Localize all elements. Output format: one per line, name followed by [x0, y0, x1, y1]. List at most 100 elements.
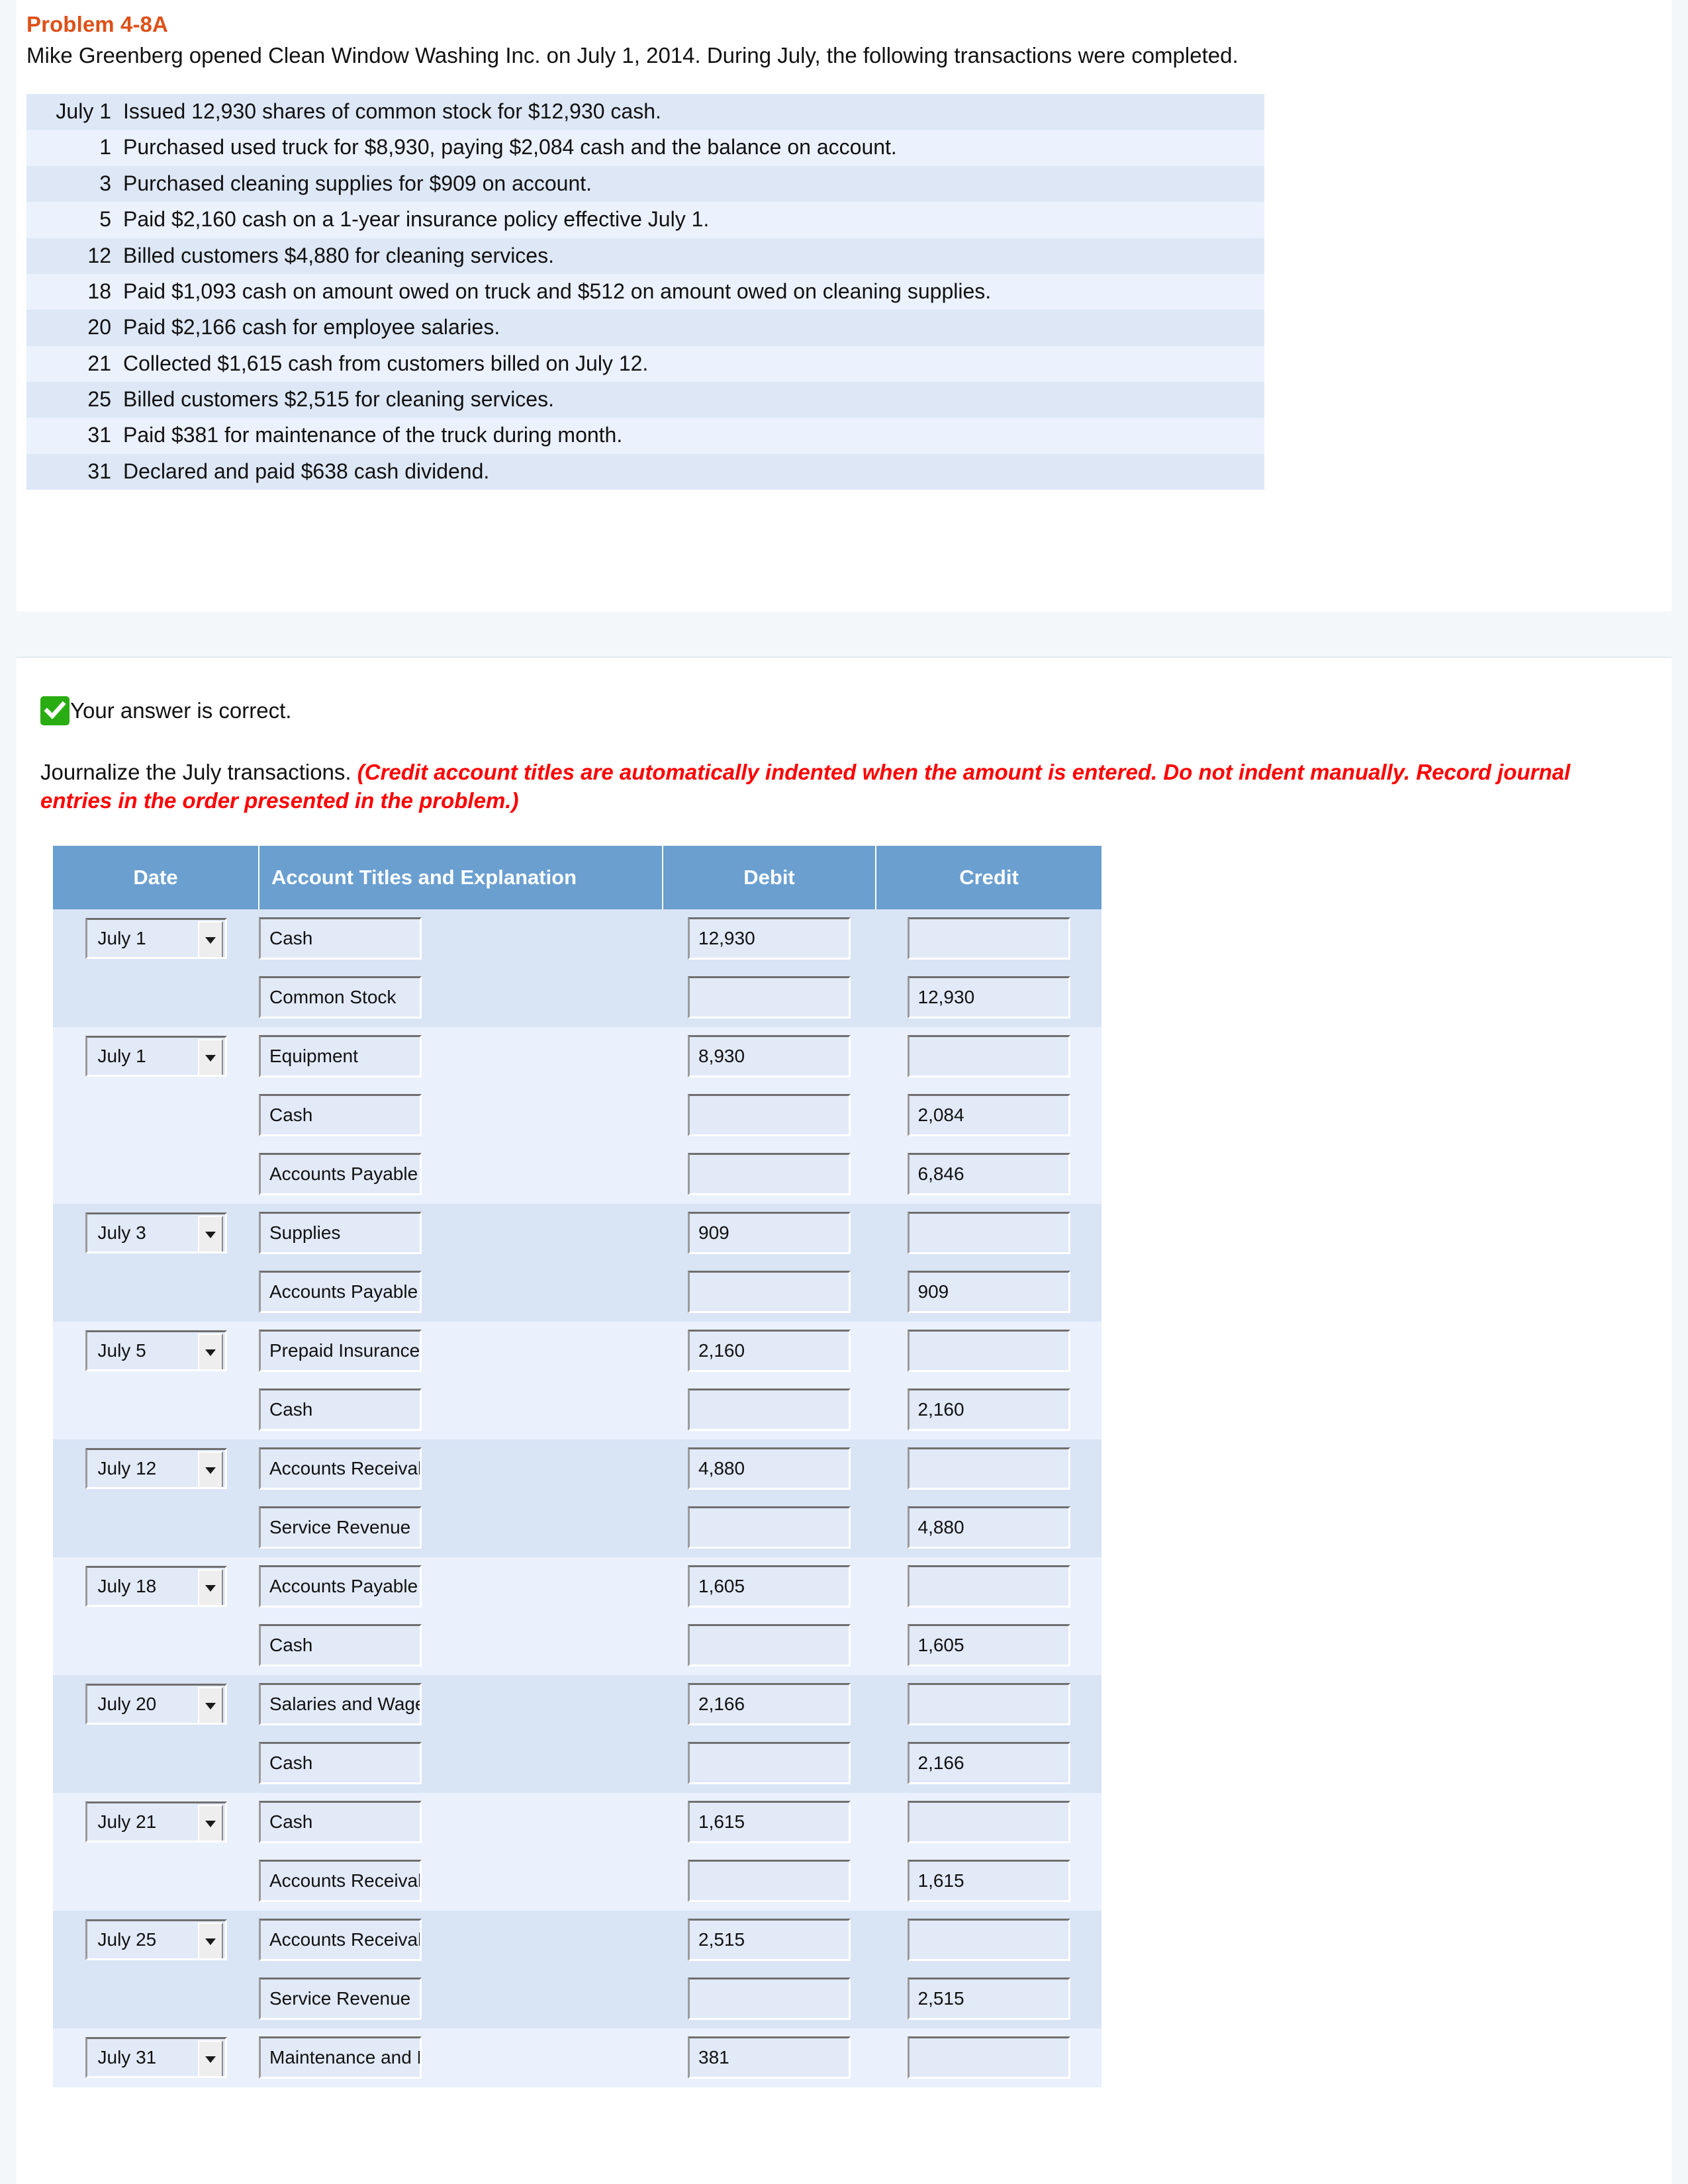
transaction-date: 31 — [87, 423, 111, 447]
journal-credit-input[interactable] — [907, 1212, 1070, 1255]
journal-credit-input[interactable]: 1,605 — [907, 1624, 1070, 1667]
journal-account-input[interactable]: Accounts Receivable — [259, 1919, 422, 1962]
journal-account-input[interactable]: Prepaid Insurance — [259, 1330, 422, 1373]
journal-debit-input[interactable] — [688, 1153, 851, 1196]
journal-account-input[interactable]: Accounts Receivable — [259, 1447, 422, 1490]
journal-account-input[interactable]: Supplies — [259, 1212, 422, 1255]
chevron-down-icon[interactable] — [197, 1923, 223, 1959]
journal-debit-input[interactable] — [688, 1388, 851, 1432]
journal-debit-input[interactable]: 2,166 — [688, 1683, 851, 1726]
journal-account-input[interactable]: Accounts Payable — [259, 1271, 422, 1314]
journal-cell-date — [53, 1733, 259, 1793]
journal-debit-input[interactable] — [688, 1742, 851, 1785]
chevron-down-icon[interactable] — [197, 921, 223, 958]
journal-date-select[interactable]: July 18 — [85, 1566, 227, 1608]
journal-credit-input[interactable]: 4,880 — [907, 1506, 1070, 1549]
journal-date-select[interactable]: July 3 — [85, 1212, 227, 1254]
journal-account-input[interactable]: Cash — [259, 1801, 422, 1844]
journal-col-header-date: Date — [53, 845, 259, 909]
chevron-down-icon[interactable] — [197, 1451, 223, 1488]
journal-debit-input[interactable]: 12,930 — [688, 917, 851, 960]
journal-debit-input[interactable] — [688, 976, 851, 1019]
chevron-down-icon[interactable] — [197, 1039, 223, 1075]
journal-cell-account: Cash — [259, 1733, 663, 1793]
journal-account-input[interactable]: Cash — [259, 1388, 422, 1432]
journal-account-input[interactable]: Common Stock — [259, 976, 422, 1019]
journal-debit-input[interactable] — [688, 1860, 851, 1903]
journal-credit-input[interactable] — [907, 1919, 1070, 1962]
journal-debit-input[interactable] — [688, 1624, 851, 1667]
journal-debit-input[interactable]: 4,880 — [688, 1447, 851, 1490]
journal-debit-input[interactable] — [688, 1506, 851, 1549]
journal-date-select[interactable]: July 1 — [85, 1036, 227, 1077]
journal-debit-input[interactable] — [688, 1094, 851, 1137]
transaction-row: July 1 Issued 12,930 shares of common sto… — [26, 93, 1264, 130]
journal-row: July 18 Accounts Payable 1,605 — [53, 1557, 1102, 1616]
journal-account-input[interactable]: Salaries and Wages Expense — [259, 1683, 422, 1726]
problem-statement-card: Problem 4-8A Mike Greenberg opened Clean… — [17, 0, 1671, 490]
journal-credit-input[interactable] — [907, 1330, 1070, 1373]
chevron-down-icon[interactable] — [197, 1687, 223, 1723]
journal-account-input[interactable]: Accounts Payable — [259, 1565, 422, 1608]
journal-date-select[interactable]: July 1 — [85, 918, 227, 960]
problem-title: Problem 4-8A — [26, 12, 168, 36]
chevron-down-icon[interactable] — [197, 1805, 223, 1841]
journal-credit-input[interactable] — [907, 917, 1070, 960]
chevron-down-icon[interactable] — [197, 1334, 223, 1370]
journal-credit-input[interactable] — [907, 1447, 1070, 1490]
journal-row: Accounts Payable 6,846 — [53, 1144, 1102, 1204]
journal-credit-input[interactable]: 6,846 — [907, 1153, 1070, 1196]
journal-cell-account: Accounts Receivable — [259, 1851, 663, 1911]
journal-debit-input[interactable]: 381 — [688, 2036, 851, 2079]
journal-debit-input[interactable]: 909 — [688, 1212, 851, 1255]
journal-account-input[interactable]: Cash — [259, 1624, 422, 1667]
journal-credit-input[interactable] — [907, 1565, 1070, 1608]
journal-account-input[interactable]: Cash — [259, 1094, 422, 1137]
journal-debit-input[interactable]: 2,160 — [688, 1330, 851, 1373]
journal-debit-input[interactable]: 2,515 — [688, 1919, 851, 1962]
journal-date-select[interactable]: July 20 — [85, 1684, 227, 1725]
journal-account-input[interactable]: Maintenance and Repairs Expense — [259, 2036, 422, 2079]
journal-credit-input[interactable] — [907, 1801, 1070, 1844]
journal-row: July 1 Cash 12,930 — [53, 909, 1102, 968]
journal-credit-input[interactable] — [907, 1035, 1070, 1078]
journal-credit-input[interactable]: 2,515 — [907, 1978, 1070, 2021]
journal-date-select[interactable]: July 21 — [85, 1801, 227, 1843]
journal-credit-input[interactable]: 12,930 — [907, 976, 1070, 1019]
transaction-description: Billed customers $4,880 for cleaning ser… — [123, 243, 554, 267]
journal-account-input[interactable]: Accounts Receivable — [259, 1860, 422, 1903]
journal-date-select[interactable]: July 31 — [85, 2037, 227, 2079]
journal-debit-input[interactable] — [688, 1271, 851, 1314]
journal-date-select[interactable]: July 5 — [85, 1330, 227, 1372]
chevron-down-icon[interactable] — [197, 1569, 223, 1606]
journal-debit-input[interactable]: 1,605 — [688, 1565, 851, 1608]
journal-debit-input[interactable] — [688, 1978, 851, 2021]
journal-credit-input[interactable]: 2,166 — [907, 1742, 1070, 1785]
journal-date-select[interactable]: July 25 — [85, 1919, 227, 1961]
journal-row: Cash 1,605 — [53, 1615, 1102, 1675]
journal-account-input[interactable]: Cash — [259, 917, 422, 960]
journal-account-input[interactable]: Service Revenue — [259, 1506, 422, 1549]
journal-credit-input[interactable]: 909 — [907, 1271, 1070, 1314]
journal-cell-debit — [663, 1733, 876, 1793]
journal-cell-debit: 2,166 — [663, 1674, 876, 1734]
journal-debit-input[interactable]: 1,615 — [688, 1801, 851, 1844]
journal-account-input[interactable]: Equipment — [259, 1035, 422, 1078]
journal-credit-input[interactable] — [907, 2036, 1070, 2079]
journal-account-input[interactable]: Accounts Payable — [259, 1153, 422, 1196]
journal-table-head: Date Account Titles and Explanation Debi… — [53, 845, 1102, 909]
journal-credit-input[interactable]: 1,615 — [907, 1860, 1070, 1903]
problem-intro-text: Mike Greenberg opened Clean Window Washi… — [26, 43, 1239, 68]
journal-cell-account: Equipment — [259, 1026, 663, 1086]
journal-debit-input[interactable]: 8,930 — [688, 1035, 851, 1078]
journal-account-input[interactable]: Service Revenue — [259, 1978, 422, 2021]
journal-credit-input[interactable]: 2,084 — [907, 1094, 1070, 1137]
journal-credit-input[interactable]: 2,160 — [907, 1388, 1070, 1432]
chevron-down-icon[interactable] — [197, 2040, 223, 2077]
transaction-description: Declared and paid $638 cash dividend. — [123, 459, 490, 483]
journal-account-input[interactable]: Cash — [259, 1742, 422, 1785]
transaction-description: Purchased used truck for $8,930, paying … — [123, 135, 897, 159]
journal-date-select[interactable]: July 12 — [85, 1448, 227, 1490]
journal-credit-input[interactable] — [907, 1683, 1070, 1726]
chevron-down-icon[interactable] — [197, 1216, 223, 1252]
